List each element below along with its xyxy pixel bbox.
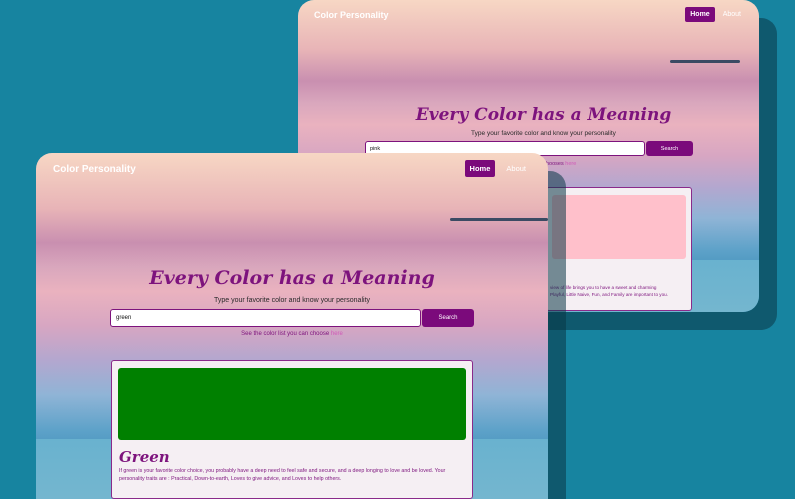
color-description: view of life brings you to have a sweet …	[550, 284, 688, 298]
nav-about-link[interactable]: About	[506, 164, 526, 173]
color-list-link[interactable]: here	[331, 331, 343, 337]
hint-text: See the color list you can choose	[241, 331, 330, 337]
color-search-input[interactable]: green	[110, 309, 421, 327]
page-subtitle: Type your favorite color and know your p…	[213, 297, 371, 304]
description-line: view of life brings you to have a sweet …	[550, 285, 657, 290]
color-list-link[interactable]: here	[565, 161, 576, 167]
color-list-hint: hooses here	[546, 161, 576, 167]
color-list-hint: See the color list you can choose here	[110, 331, 474, 337]
nav-about-link[interactable]: About	[723, 11, 741, 18]
brand-logo[interactable]: Color Personality	[314, 10, 389, 20]
color-swatch	[552, 195, 686, 259]
search-button[interactable]: Search	[422, 309, 474, 327]
navbar: Home About	[685, 7, 741, 22]
island-silhouette	[450, 218, 548, 221]
navbar: Home About	[464, 160, 526, 177]
result-card: Green If green is your favorite color ch…	[111, 360, 473, 499]
page-headline: Every Color has a Meaning	[149, 267, 435, 289]
hint-text: hooses	[546, 161, 564, 167]
search-button[interactable]: Search	[646, 141, 693, 156]
page-subtitle: Type your favorite color and know your p…	[471, 130, 616, 137]
nav-home-link[interactable]: Home	[685, 7, 715, 22]
island-silhouette	[670, 60, 740, 63]
color-swatch	[118, 368, 466, 440]
result-card: view of life brings you to have a sweet …	[546, 187, 692, 311]
brand-logo[interactable]: Color Personality	[53, 164, 136, 175]
color-name: Green	[119, 448, 170, 466]
front-app-window: Color Personality Home About Every Color…	[36, 153, 548, 499]
nav-home-link[interactable]: Home	[464, 160, 496, 177]
color-description: If green is your favorite color choice, …	[119, 468, 446, 483]
page-headline: Every Color has a Meaning	[415, 105, 672, 125]
description-line: Playful, Little Naive, Fun, and Family a…	[550, 292, 668, 298]
